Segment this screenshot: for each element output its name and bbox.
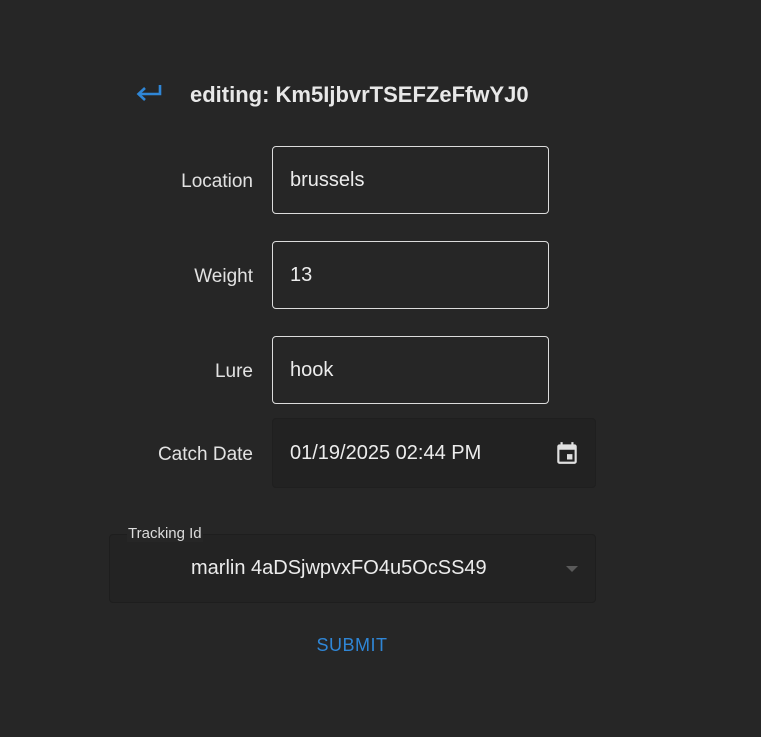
lure-field[interactable]: hook [272, 336, 549, 404]
back-arrow-icon[interactable] [134, 80, 164, 106]
lure-label: Lure [214, 361, 253, 382]
edit-catch-page: editing: Km5IjbvrTSEFZeFfwYJ0 Location b… [0, 0, 761, 737]
tracking-id-value[interactable]: marlin 4aDSjwpvxFO4u5OcSS49 [191, 535, 487, 602]
catch-date-label: Catch Date [157, 444, 253, 465]
tracking-id-label: Tracking Id [127, 525, 203, 542]
page-title: editing: Km5IjbvrTSEFZeFfwYJ0 [190, 82, 529, 107]
tracking-id-select[interactable]: marlin 4aDSjwpvxFO4u5OcSS49 [109, 534, 596, 603]
dropdown-arrow-icon[interactable] [566, 566, 578, 572]
location-label: Location [181, 171, 253, 192]
location-value[interactable]: brussels [290, 147, 364, 213]
weight-field[interactable]: 13 [272, 241, 549, 309]
lure-value[interactable]: hook [290, 337, 333, 403]
location-field[interactable]: brussels [272, 146, 549, 214]
catch-date-value[interactable]: 01/19/2025 02:44 PM [290, 419, 481, 487]
catch-date-field[interactable]: 01/19/2025 02:44 PM [272, 418, 596, 488]
calendar-icon[interactable] [554, 440, 580, 466]
weight-label: Weight [194, 266, 253, 287]
weight-value[interactable]: 13 [290, 242, 312, 308]
submit-button[interactable]: SUBMIT [300, 630, 404, 660]
